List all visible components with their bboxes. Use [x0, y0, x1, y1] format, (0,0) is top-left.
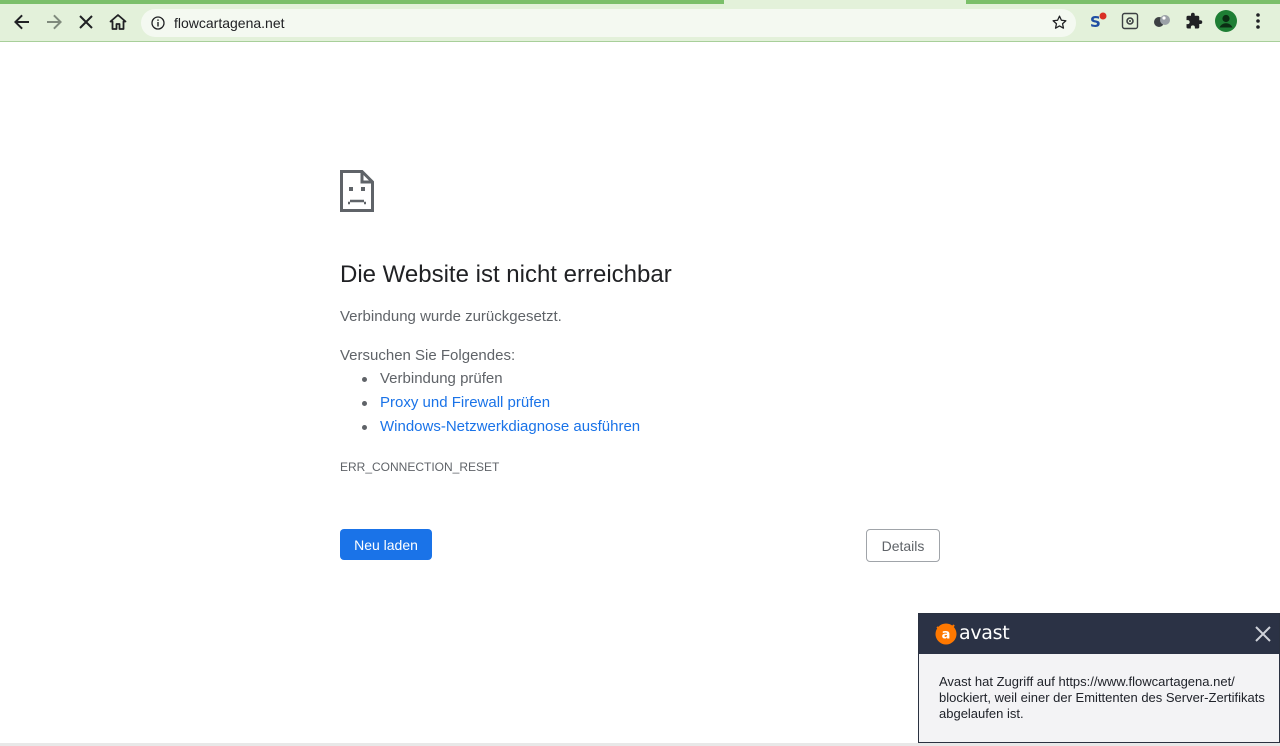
avast-logo-icon: a	[934, 622, 958, 651]
suggestions-list: Verbindung prüfen Proxy und Firewall prü…	[360, 369, 640, 441]
error-code: ERR_CONNECTION_RESET	[340, 460, 500, 474]
error-title: Die Website ist nicht erreichbar	[340, 261, 672, 288]
home-button[interactable]	[104, 8, 132, 36]
info-icon[interactable]	[151, 16, 165, 35]
browser-toolbar: flowcartagena.net S	[0, 0, 1280, 42]
details-button[interactable]: Details	[866, 529, 940, 562]
avatar-icon[interactable]	[1215, 10, 1237, 32]
page-load-progress	[0, 0, 724, 4]
extension-balls-icon[interactable]	[1151, 10, 1173, 32]
error-subtitle: Verbindung wurde zurückgesetzt.	[340, 308, 562, 325]
home-icon	[109, 13, 127, 31]
close-icon	[78, 14, 94, 30]
svg-text:S: S	[1090, 13, 1101, 31]
url-text[interactable]: flowcartagena.net	[174, 15, 285, 31]
arrow-right-icon	[45, 13, 63, 31]
kebab-menu-icon[interactable]	[1247, 10, 1269, 32]
avast-brand-name: avast	[959, 622, 1010, 644]
forward-button[interactable]	[40, 8, 68, 36]
avast-notification: a avast Avast hat Zugriff auf https://ww…	[918, 613, 1280, 743]
suggestion-check-connection: Verbindung prüfen	[360, 369, 640, 393]
suggestion-network-diagnosis-link[interactable]: Windows-Netzwerkdiagnose ausführen	[360, 417, 640, 441]
extension-s-icon[interactable]: S	[1087, 10, 1109, 32]
address-bar[interactable]: flowcartagena.net	[141, 9, 1076, 37]
star-icon[interactable]	[1051, 14, 1068, 36]
avast-header: a avast	[919, 614, 1279, 654]
page-load-progress-tail	[966, 0, 1280, 4]
sad-document-icon	[340, 170, 374, 217]
extension-gear-icon[interactable]	[1119, 10, 1141, 32]
arrow-left-icon	[13, 13, 31, 31]
avast-message: Avast hat Zugriff auf https://www.flowca…	[939, 674, 1265, 721]
puzzle-icon[interactable]	[1183, 10, 1205, 32]
reload-button[interactable]: Neu laden	[340, 529, 432, 560]
svg-text:a: a	[942, 628, 951, 643]
suggestion-proxy-firewall-link[interactable]: Proxy und Firewall prüfen	[360, 393, 640, 417]
back-button[interactable]	[8, 8, 36, 36]
stop-loading-button[interactable]	[72, 8, 100, 36]
close-icon[interactable]	[1253, 624, 1273, 644]
suggestions-heading: Versuchen Sie Folgendes:	[340, 347, 516, 364]
